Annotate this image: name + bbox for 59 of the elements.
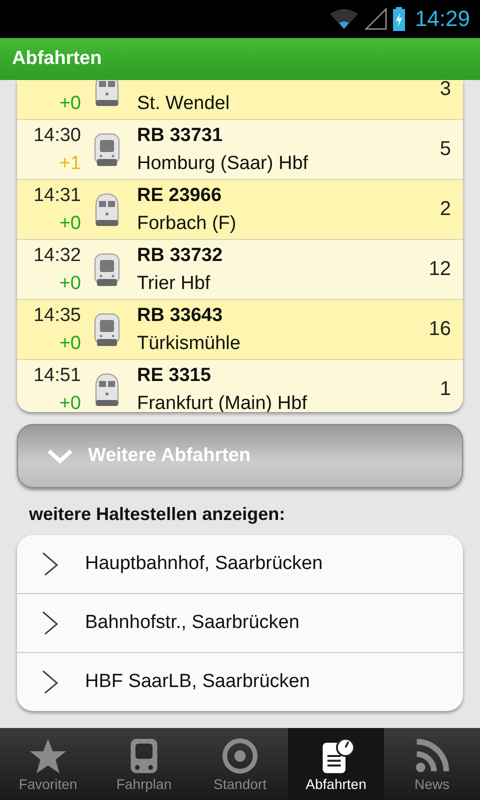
wifi-icon [328,8,359,30]
clock: 14:29 [414,6,470,32]
destination: Forbach (F) [137,212,238,236]
platform-number: 2 [440,198,452,221]
platform-number: 3 [440,80,452,101]
battery-icon [392,7,405,31]
platform-number: 16 [428,318,452,341]
delay: +0 [59,212,81,236]
platform-number: 5 [440,138,452,161]
nav-tab[interactable]: News [384,728,480,800]
train-icon [93,252,121,288]
delay: +0 [59,92,81,116]
departure-row[interactable]: 14:30 +1 RB 33731 Homburg (Saar) Hbf 5 [17,120,463,180]
section-heading: weitere Haltestellen anzeigen: [29,504,286,525]
nav-tab[interactable]: Standort [192,728,288,800]
stop-item[interactable]: Bahnhofstr., Saarbrücken [17,594,463,653]
rss-icon [413,736,451,774]
platform-number: 1 [440,378,452,401]
destination: St. Wendel [137,92,231,116]
nav-tab[interactable]: Abfahrten [288,728,384,800]
destination: Homburg (Saar) Hbf [137,152,310,176]
locomotive-icon [93,372,121,408]
train-number: RE 23966 [137,184,223,208]
chevron-right-icon [41,610,61,636]
target-icon [221,736,259,774]
train-icon [93,312,121,348]
star-icon [29,736,67,774]
departure-row[interactable]: 14:31 +0 RE 23966 Forbach (F) 2 [17,180,463,240]
departure-time: 14:35 [33,304,81,328]
platform-number: 12 [428,258,452,281]
locomotive-icon [93,192,121,228]
signal-icon [364,8,387,30]
departure-row[interactable]: +0 St. Wendel 3 [17,80,463,120]
departure-time: 14:51 [33,364,81,388]
destination: Trier Hbf [137,272,212,296]
chevron-right-icon [41,551,61,577]
chevron-down-icon [46,448,74,464]
departure-row[interactable]: 14:35 +0 RB 33643 Türkismühle 16 [17,300,463,360]
delay: +0 [59,332,81,356]
chevron-right-icon [41,669,61,695]
departure-time: 14:30 [33,124,81,148]
stop-item[interactable]: HBF SaarLB, Saarbrücken [17,653,463,711]
nav-tab[interactable]: Favoriten [0,728,96,800]
departure-row[interactable]: 14:32 +0 RB 33732 Trier Hbf 12 [17,240,463,300]
train-number: RE 3315 [137,364,212,388]
train-number: RB 33643 [137,304,224,328]
departure-time: 14:31 [33,184,81,208]
train-number: RB 33732 [137,244,224,268]
train-number: RB 33731 [137,124,224,148]
delay: +0 [59,392,81,412]
delay: +1 [59,152,81,176]
screen-title: Abfahrten [12,48,102,70]
destination: Türkismühle [137,332,242,356]
stop-item[interactable]: Hauptbahnhof, Saarbrücken [17,535,463,594]
departure-time: 14:32 [33,244,81,268]
locomotive-icon [93,80,121,108]
train-icon [93,132,121,168]
delay: +0 [59,272,81,296]
nav-tab[interactable]: Fahrplan [96,728,192,800]
